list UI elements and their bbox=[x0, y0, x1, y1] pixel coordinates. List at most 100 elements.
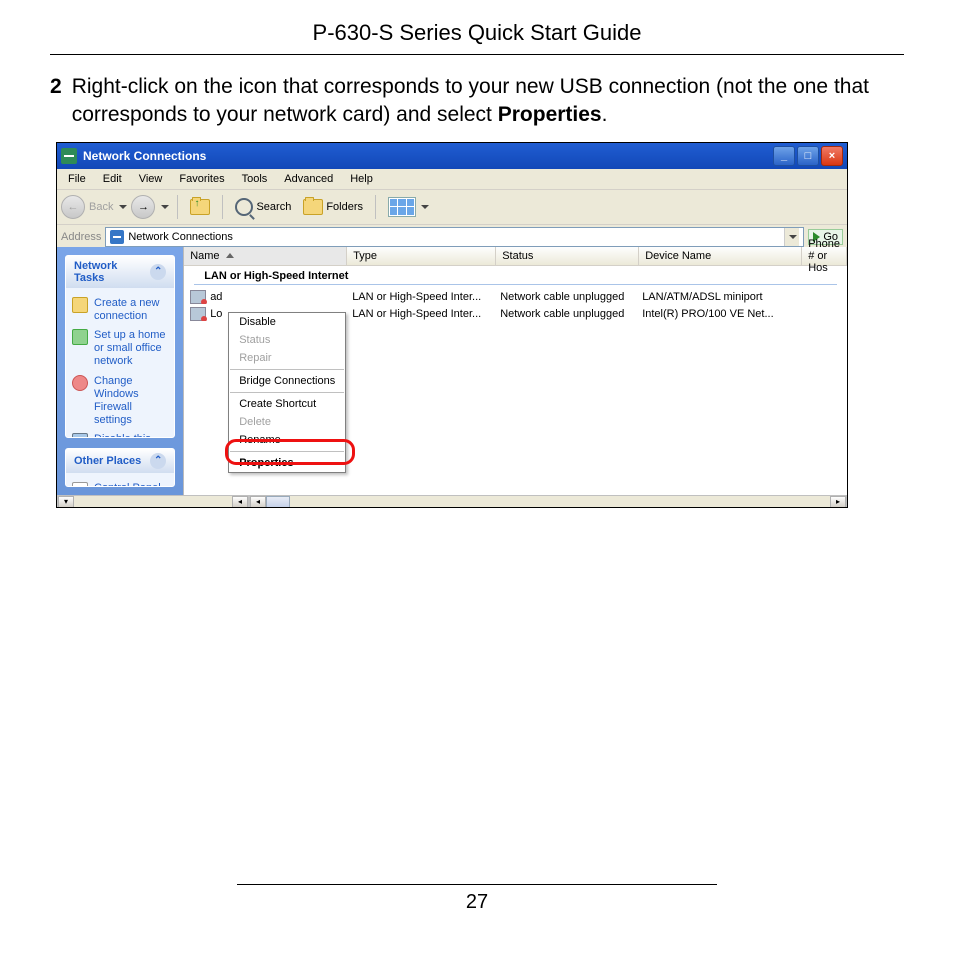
ctx-properties[interactable]: Properties bbox=[229, 454, 345, 472]
folder-icon bbox=[303, 199, 323, 215]
network-tasks-header[interactable]: Network Tasks ⌃ bbox=[66, 256, 174, 288]
task-label: Change Windows Firewall settings bbox=[94, 375, 168, 428]
network-tasks-title: Network Tasks bbox=[74, 260, 150, 284]
ctx-create-shortcut[interactable]: Create Shortcut bbox=[229, 395, 345, 413]
connections-listview: Name Type Status Device Name Phone # or … bbox=[183, 247, 847, 495]
ctx-bridge[interactable]: Bridge Connections bbox=[229, 372, 345, 390]
back-label: Back bbox=[89, 201, 113, 213]
ctx-disable[interactable]: Disable bbox=[229, 313, 345, 331]
table-row[interactable]: ad LAN or High-Speed Inter... Network ca… bbox=[184, 289, 847, 306]
sort-asc-icon bbox=[226, 253, 234, 258]
task-label: Disable this network device bbox=[94, 433, 168, 437]
collapse-icon: ⌃ bbox=[150, 453, 166, 469]
address-label: Address bbox=[61, 231, 101, 243]
task-label: Create a new connection bbox=[94, 297, 168, 323]
control-panel-icon bbox=[72, 482, 88, 487]
menu-tools[interactable]: Tools bbox=[235, 171, 275, 187]
menu-view[interactable]: View bbox=[132, 171, 170, 187]
cell-status: Network cable unplugged bbox=[494, 308, 636, 320]
address-value: Network Connections bbox=[128, 231, 233, 243]
address-dropdown[interactable] bbox=[784, 228, 799, 246]
collapse-icon: ⌃ bbox=[150, 264, 166, 280]
screenshot-network-connections: Network Connections _ □ × File Edit View… bbox=[56, 142, 848, 508]
menu-edit[interactable]: Edit bbox=[96, 171, 129, 187]
step-2: 2 Right-click on the icon that correspon… bbox=[50, 73, 904, 130]
maximize-button[interactable]: □ bbox=[797, 146, 819, 166]
task-label: Set up a home or small office network bbox=[94, 329, 168, 369]
ctx-status: Status bbox=[229, 331, 345, 349]
views-icon bbox=[388, 197, 416, 217]
step-text-post: . bbox=[602, 103, 608, 126]
views-button[interactable] bbox=[384, 195, 433, 219]
network-icon bbox=[110, 230, 124, 244]
chevron-down-icon bbox=[421, 205, 429, 209]
cell-device: Intel(R) PRO/100 VE Net... bbox=[636, 308, 798, 320]
tasks-sidepanel: Network Tasks ⌃ Create a new connection … bbox=[57, 247, 183, 495]
toolbar: ← Back → Search Folders bbox=[57, 190, 847, 225]
doc-header: P-630-S Series Quick Start Guide bbox=[50, 20, 904, 55]
cell-name: ad bbox=[210, 291, 222, 303]
listview-body: ad LAN or High-Speed Inter... Network ca… bbox=[184, 289, 847, 323]
cell-device: LAN/ATM/ADSL miniport bbox=[636, 291, 798, 303]
menu-file[interactable]: File bbox=[61, 171, 93, 187]
minimize-button[interactable]: _ bbox=[773, 146, 795, 166]
address-field[interactable]: Network Connections bbox=[105, 227, 804, 247]
scroll-thumb[interactable] bbox=[266, 496, 290, 508]
search-button[interactable]: Search bbox=[231, 196, 295, 218]
other-places-box: Other Places ⌃ Control Panel bbox=[65, 448, 175, 487]
task-firewall[interactable]: Change Windows Firewall settings bbox=[72, 372, 168, 431]
col-device[interactable]: Device Name bbox=[639, 247, 802, 265]
col-label: Name bbox=[190, 250, 219, 262]
window-icon bbox=[61, 148, 77, 164]
connection-icon bbox=[190, 307, 206, 321]
col-status[interactable]: Status bbox=[496, 247, 639, 265]
scroll-left-icon[interactable]: ◂ bbox=[232, 496, 248, 508]
col-name[interactable]: Name bbox=[184, 247, 347, 265]
search-label: Search bbox=[256, 201, 291, 213]
chevron-down-icon bbox=[789, 235, 797, 239]
step-number: 2 bbox=[50, 73, 62, 130]
other-places-header[interactable]: Other Places ⌃ bbox=[66, 449, 174, 473]
window-titlebar: Network Connections _ □ × bbox=[57, 143, 847, 169]
group-header: LAN or High-Speed Internet bbox=[184, 266, 847, 284]
window-title: Network Connections bbox=[83, 149, 773, 163]
step-text-bold: Properties bbox=[498, 103, 602, 126]
task-create-connection[interactable]: Create a new connection bbox=[72, 294, 168, 326]
other-control-panel[interactable]: Control Panel bbox=[72, 479, 168, 487]
cell-name: Lo bbox=[210, 308, 222, 320]
other-places-title: Other Places bbox=[74, 455, 141, 467]
chevron-down-icon bbox=[119, 205, 127, 209]
menu-help[interactable]: Help bbox=[343, 171, 380, 187]
step-text-pre: Right-click on the icon that corresponds… bbox=[72, 75, 869, 126]
task-label: Control Panel bbox=[94, 482, 161, 487]
col-phone[interactable]: Phone # or Hos bbox=[802, 247, 847, 265]
scroll-down-icon[interactable]: ▾ bbox=[58, 496, 74, 508]
cell-status: Network cable unplugged bbox=[494, 291, 636, 303]
menu-favorites[interactable]: Favorites bbox=[172, 171, 231, 187]
cell-type: LAN or High-Speed Inter... bbox=[346, 308, 494, 320]
forward-button[interactable]: → bbox=[131, 195, 155, 219]
folders-label: Folders bbox=[326, 201, 363, 213]
horizontal-scrollbars: ▾ ◂ ◂ ▸ bbox=[57, 495, 847, 507]
cell-type: LAN or High-Speed Inter... bbox=[346, 291, 494, 303]
new-connection-icon bbox=[72, 297, 88, 313]
menu-advanced[interactable]: Advanced bbox=[277, 171, 340, 187]
sidepanel-hscroll[interactable]: ▾ ◂ bbox=[57, 495, 249, 508]
listview-hscroll[interactable]: ◂ ▸ bbox=[249, 495, 847, 508]
col-type[interactable]: Type bbox=[347, 247, 496, 265]
ctx-properties-label: Properties bbox=[239, 457, 293, 469]
up-button[interactable] bbox=[186, 197, 214, 217]
back-icon: ← bbox=[61, 195, 85, 219]
task-setup-network[interactable]: Set up a home or small office network bbox=[72, 326, 168, 372]
firewall-icon bbox=[72, 375, 88, 391]
close-button[interactable]: × bbox=[821, 146, 843, 166]
disable-icon bbox=[72, 433, 88, 437]
scroll-right-icon[interactable]: ▸ bbox=[830, 496, 846, 508]
scroll-left-icon[interactable]: ◂ bbox=[250, 496, 266, 508]
task-disable-device[interactable]: Disable this network device bbox=[72, 430, 168, 437]
folders-button[interactable]: Folders bbox=[299, 197, 367, 217]
network-tasks-box: Network Tasks ⌃ Create a new connection … bbox=[65, 255, 175, 438]
ctx-rename[interactable]: Rename bbox=[229, 431, 345, 449]
network-setup-icon bbox=[72, 329, 88, 345]
back-button[interactable]: ← Back bbox=[61, 195, 127, 219]
